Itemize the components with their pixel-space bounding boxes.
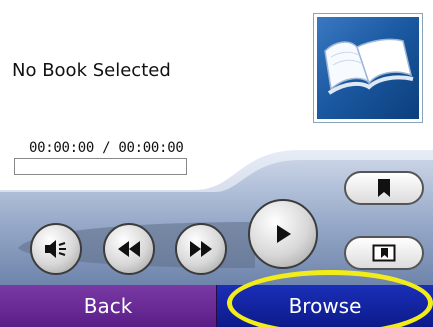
bookmark-icon — [378, 179, 390, 197]
play-icon — [277, 225, 291, 243]
book-cover — [313, 13, 423, 123]
play-button[interactable] — [248, 199, 318, 269]
fast-forward-icon — [190, 241, 212, 257]
browse-button[interactable]: Browse — [217, 285, 433, 327]
chapters-button[interactable] — [344, 236, 424, 270]
audiobook-player-screen: No Book Selected 00:00:00 / 00:00:00 Bac… — [0, 0, 433, 327]
bottom-nav: Back Browse — [0, 285, 433, 327]
speaker-icon — [45, 240, 66, 258]
rewind-button[interactable] — [103, 223, 155, 275]
bookmark-list-icon — [372, 244, 396, 262]
rewind-icon — [118, 241, 140, 257]
time-display: 00:00:00 / 00:00:00 — [29, 140, 184, 156]
volume-button[interactable] — [30, 223, 82, 275]
fast-forward-button[interactable] — [175, 223, 227, 275]
bookmark-button[interactable] — [344, 171, 424, 205]
book-title: No Book Selected — [12, 60, 171, 81]
progress-bar[interactable] — [14, 158, 187, 175]
open-book-icon — [324, 38, 414, 95]
back-button[interactable]: Back — [0, 285, 217, 327]
